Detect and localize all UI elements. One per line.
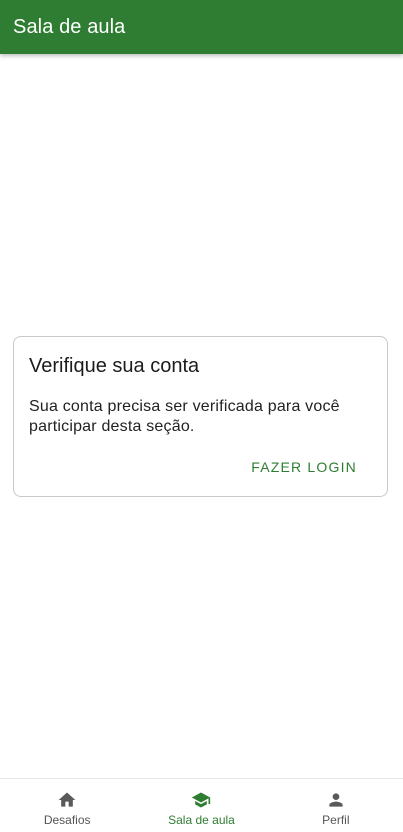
page-title: Sala de aula: [13, 15, 126, 38]
nav-item-sala-de-aula[interactable]: Sala de aula: [134, 779, 268, 832]
bottom-navigation: Desafios Sala de aula Perfil: [0, 778, 403, 832]
card-message: Sua conta precisa ser verificada para vo…: [29, 398, 340, 435]
home-icon: [56, 789, 78, 811]
nav-label-desafios: Desafios: [43, 813, 91, 827]
graduation-cap-icon: [190, 789, 212, 811]
nav-label-perfil: Perfil: [322, 813, 350, 827]
card-title: Verifique sua conta: [29, 355, 200, 377]
nav-item-desafios[interactable]: Desafios: [0, 779, 134, 832]
nav-label-sala-de-aula: Sala de aula: [168, 813, 235, 827]
verify-account-card: Verifique sua conta Sua conta precisa se…: [13, 336, 388, 497]
top-app-bar: Sala de aula: [0, 0, 403, 54]
login-button[interactable]: FAZER LOGIN: [251, 459, 357, 475]
person-icon: [325, 789, 347, 811]
nav-item-perfil[interactable]: Perfil: [269, 779, 403, 832]
app-screen: Sala de aula Verifique sua conta Sua con…: [0, 0, 403, 832]
